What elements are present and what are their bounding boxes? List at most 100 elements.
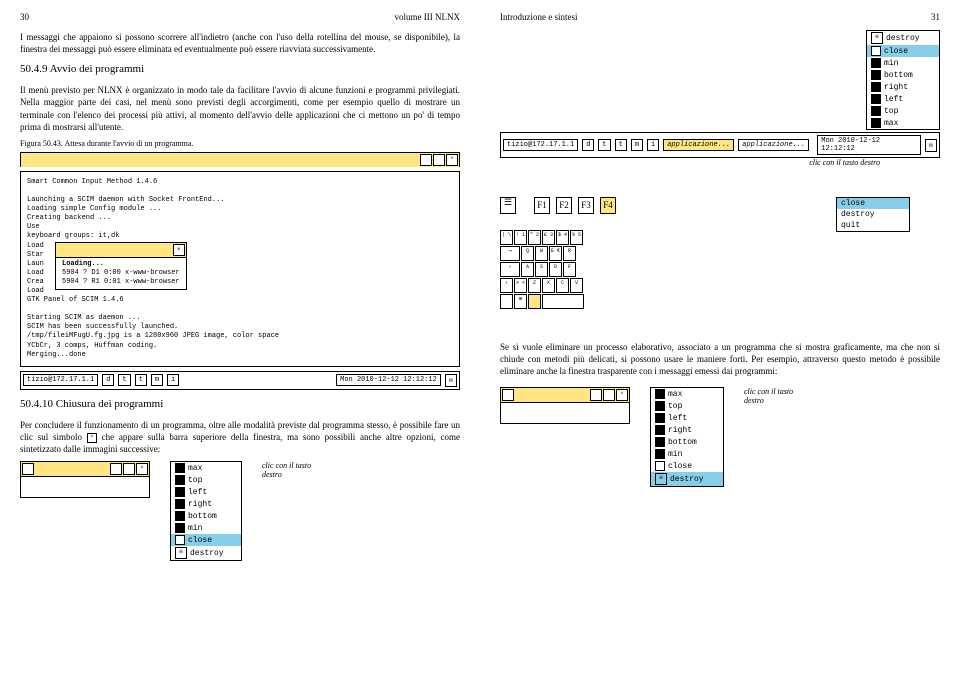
close-icon[interactable]: × xyxy=(616,389,628,401)
window-button[interactable] xyxy=(433,154,445,166)
menu-item-left[interactable]: left xyxy=(651,412,723,424)
close-icon[interactable]: × xyxy=(136,463,148,475)
taskbar: tizio@172.17.1.1 d t t m i applicazione.… xyxy=(500,132,940,158)
key-space[interactable] xyxy=(542,294,584,309)
key-v[interactable]: V xyxy=(570,278,583,293)
window-button[interactable] xyxy=(123,463,135,475)
key-w[interactable]: W xyxy=(535,246,548,261)
key[interactable]: ! 1 xyxy=(514,230,527,245)
menu-item-left[interactable]: left xyxy=(171,486,241,498)
key[interactable]: | \ xyxy=(500,230,513,245)
key-f[interactable]: F xyxy=(563,262,576,277)
key[interactable]: > < xyxy=(514,278,527,293)
menu-item-left[interactable]: left xyxy=(867,93,939,105)
context-menu[interactable]: max top left right bottom min close ☠des… xyxy=(170,461,242,561)
window-button[interactable] xyxy=(590,389,602,401)
menu-item-close[interactable]: close xyxy=(171,534,241,546)
key-f2[interactable]: F2 xyxy=(556,197,572,214)
window-button[interactable] xyxy=(420,154,432,166)
key[interactable]: $ 4 xyxy=(556,230,569,245)
taskbar-btn-t[interactable]: t xyxy=(615,139,627,151)
key-f1[interactable]: F1 xyxy=(534,197,550,214)
terminal-line: GTK Panel of SCIM 1.4.6 xyxy=(27,296,453,305)
menu-item-max[interactable]: max xyxy=(867,117,939,129)
key[interactable]: " 2 xyxy=(528,230,541,245)
menu-item-quit[interactable]: quit xyxy=(837,220,909,231)
menu-item-destroy[interactable]: ☠destroy xyxy=(651,472,723,486)
taskbar-btn-i[interactable]: i xyxy=(167,374,179,386)
taskbar-btn-t[interactable]: t xyxy=(598,139,610,151)
key-f3[interactable]: F3 xyxy=(578,197,594,214)
key-super[interactable]: ⊞ xyxy=(514,294,527,309)
context-menu[interactable]: close destroy quit xyxy=(836,197,910,232)
terminal-line: Use xyxy=(27,223,453,232)
taskbar-btn-d[interactable]: d xyxy=(102,374,114,386)
key[interactable]: £ 3 xyxy=(542,230,555,245)
menu-item-bottom[interactable]: bottom xyxy=(651,436,723,448)
key-alt[interactable] xyxy=(528,294,541,309)
taskbar-host[interactable]: tizio@172.17.1.1 xyxy=(503,139,578,151)
key-e[interactable]: E € xyxy=(549,246,562,261)
window-button[interactable] xyxy=(502,389,514,401)
taskbar-btn-m[interactable]: m xyxy=(631,139,643,151)
menu-item-top[interactable]: top xyxy=(171,474,241,486)
menu-item-destroy[interactable]: ☠destroy xyxy=(171,546,241,560)
taskbar-app[interactable]: applicazione... xyxy=(663,139,734,151)
annotation: clic con il tasto destro xyxy=(262,461,322,479)
taskbar-btn-t[interactable]: t xyxy=(118,374,130,386)
menu-item-destroy[interactable]: destroy xyxy=(837,209,909,220)
key-menu-icon[interactable]: ☰ xyxy=(500,197,516,214)
key-shift[interactable]: ⇧ xyxy=(500,278,513,293)
terminal-line: Starting SCIM as daemon ... xyxy=(27,314,453,323)
menu-item-close[interactable]: close xyxy=(867,45,939,57)
header-text: Introduzione e sintesi xyxy=(500,12,577,22)
menu-item-bottom[interactable]: bottom xyxy=(171,510,241,522)
menu-item-close[interactable]: close xyxy=(837,198,909,209)
context-menu[interactable]: ☠destroy close min bottom right left top… xyxy=(866,30,940,130)
context-menu[interactable]: max top left right bottom min close ☠des… xyxy=(650,387,724,487)
terminal-output: Smart Common Input Method 1.4.6 Launchin… xyxy=(20,171,460,367)
key-z[interactable]: Z xyxy=(528,278,541,293)
key-ctrl[interactable] xyxy=(500,294,513,309)
key-a[interactable]: A xyxy=(521,262,534,277)
key-f4[interactable]: F4 xyxy=(600,197,616,214)
window-button[interactable] xyxy=(603,389,615,401)
menu-item-right[interactable]: right xyxy=(651,424,723,436)
window-button[interactable] xyxy=(110,463,122,475)
terminal-line: Launching a SCIM daemon with Socket Fron… xyxy=(27,196,453,205)
menu-item-min[interactable]: min xyxy=(171,522,241,534)
menu-item-min[interactable]: min xyxy=(651,448,723,460)
menu-item-max[interactable]: max xyxy=(651,388,723,400)
key-x[interactable]: X xyxy=(542,278,555,293)
menu-item-bottom[interactable]: bottom xyxy=(867,69,939,81)
keys-area: ☰ F1 F2 F3 F4 | \ ! 1 " 2 £ 3 $ 4 % 5 ⇥ xyxy=(500,197,616,311)
menu-item-destroy[interactable]: ☠destroy xyxy=(867,31,939,45)
figure-menu-top: ☠destroy close min bottom right left top… xyxy=(500,30,940,130)
taskbar-btn-t[interactable]: t xyxy=(135,374,147,386)
menu-item-right[interactable]: right xyxy=(171,498,241,510)
close-icon[interactable]: × xyxy=(446,154,458,166)
menu-item-right[interactable]: right xyxy=(867,81,939,93)
menu-item-min[interactable]: min xyxy=(867,57,939,69)
key-tab[interactable]: ⇥ xyxy=(500,246,520,261)
taskbar-btn-m[interactable]: m xyxy=(151,374,163,386)
close-icon[interactable]: × xyxy=(173,244,185,256)
menu-item-close[interactable]: close xyxy=(651,460,723,472)
mail-icon[interactable]: ✉ xyxy=(445,374,457,387)
window-button[interactable] xyxy=(22,463,34,475)
menu-item-top[interactable]: top xyxy=(867,105,939,117)
menu-item-max[interactable]: max xyxy=(171,462,241,474)
key-d[interactable]: D xyxy=(549,262,562,277)
taskbar-app[interactable]: applicazione... xyxy=(738,139,809,151)
key-c[interactable]: C xyxy=(556,278,569,293)
mail-icon[interactable]: ✉ xyxy=(925,139,937,152)
key-s[interactable]: S xyxy=(535,262,548,277)
key-r[interactable]: R xyxy=(563,246,576,261)
taskbar-btn-i[interactable]: i xyxy=(647,139,659,151)
taskbar-btn-d[interactable]: d xyxy=(582,139,594,151)
menu-item-top[interactable]: top xyxy=(651,400,723,412)
key[interactable]: % 5 xyxy=(570,230,583,245)
key-caps[interactable]: ⇪ xyxy=(500,262,520,277)
key-q[interactable]: Q xyxy=(521,246,534,261)
taskbar-host[interactable]: tizio@172.17.1.1 xyxy=(23,374,98,386)
